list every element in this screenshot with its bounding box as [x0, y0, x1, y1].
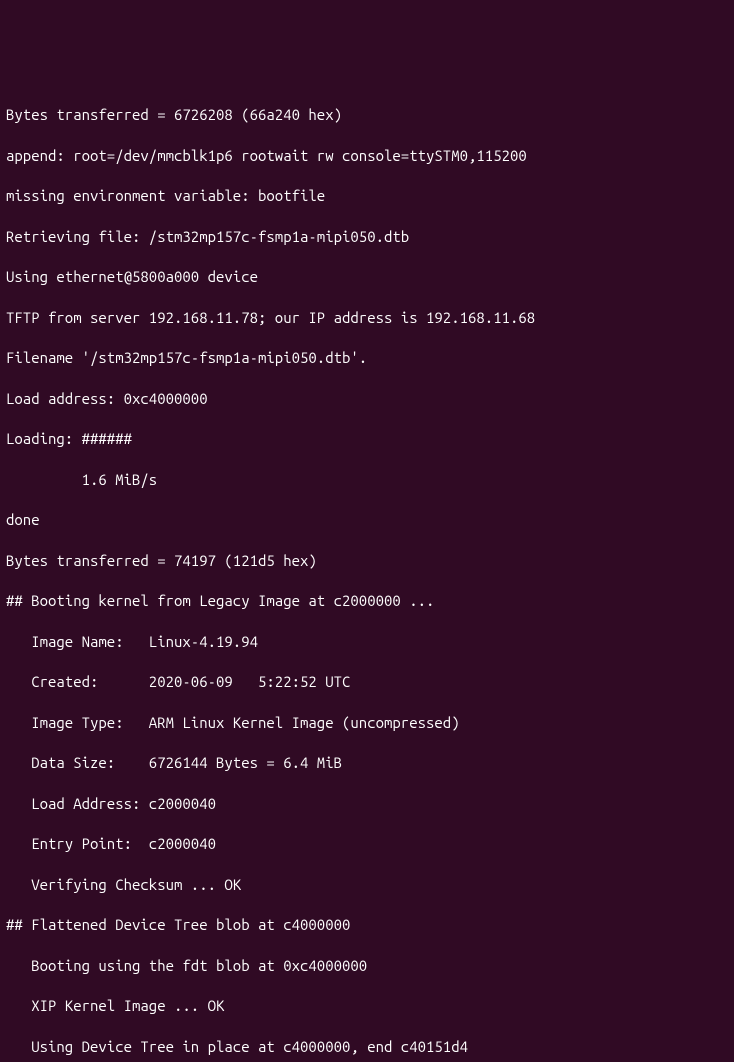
- output-line: done: [6, 510, 728, 530]
- output-line: append: root=/dev/mmcblk1p6 rootwait rw …: [6, 146, 728, 166]
- output-line: Entry Point: c2000040: [6, 834, 728, 854]
- output-line: Using Device Tree in place at c4000000, …: [6, 1037, 728, 1057]
- output-line: Booting using the fdt blob at 0xc4000000: [6, 956, 728, 976]
- output-line: Filename '/stm32mp157c-fsmp1a-mipi050.dt…: [6, 348, 728, 368]
- output-line: Bytes transferred = 6726208 (66a240 hex): [6, 105, 728, 125]
- output-line: ## Booting kernel from Legacy Image at c…: [6, 591, 728, 611]
- output-line: missing environment variable: bootfile: [6, 186, 728, 206]
- output-line: XIP Kernel Image ... OK: [6, 996, 728, 1016]
- terminal-output: Bytes transferred = 6726208 (66a240 hex)…: [6, 85, 728, 1062]
- output-line: TFTP from server 192.168.11.78; our IP a…: [6, 308, 728, 328]
- output-line: Image Type: ARM Linux Kernel Image (unco…: [6, 713, 728, 733]
- output-line: 1.6 MiB/s: [6, 470, 728, 490]
- output-line: Loading: ######: [6, 429, 728, 449]
- output-line: Bytes transferred = 74197 (121d5 hex): [6, 551, 728, 571]
- output-line: Using ethernet@5800a000 device: [6, 267, 728, 287]
- output-line: Created: 2020-06-09 5:22:52 UTC: [6, 672, 728, 692]
- output-line: Load Address: c2000040: [6, 794, 728, 814]
- output-line: Data Size: 6726144 Bytes = 6.4 MiB: [6, 753, 728, 773]
- output-line: Retrieving file: /stm32mp157c-fsmp1a-mip…: [6, 227, 728, 247]
- output-line: ## Flattened Device Tree blob at c400000…: [6, 915, 728, 935]
- output-line: Verifying Checksum ... OK: [6, 875, 728, 895]
- output-line: Load address: 0xc4000000: [6, 389, 728, 409]
- output-line: Image Name: Linux-4.19.94: [6, 632, 728, 652]
